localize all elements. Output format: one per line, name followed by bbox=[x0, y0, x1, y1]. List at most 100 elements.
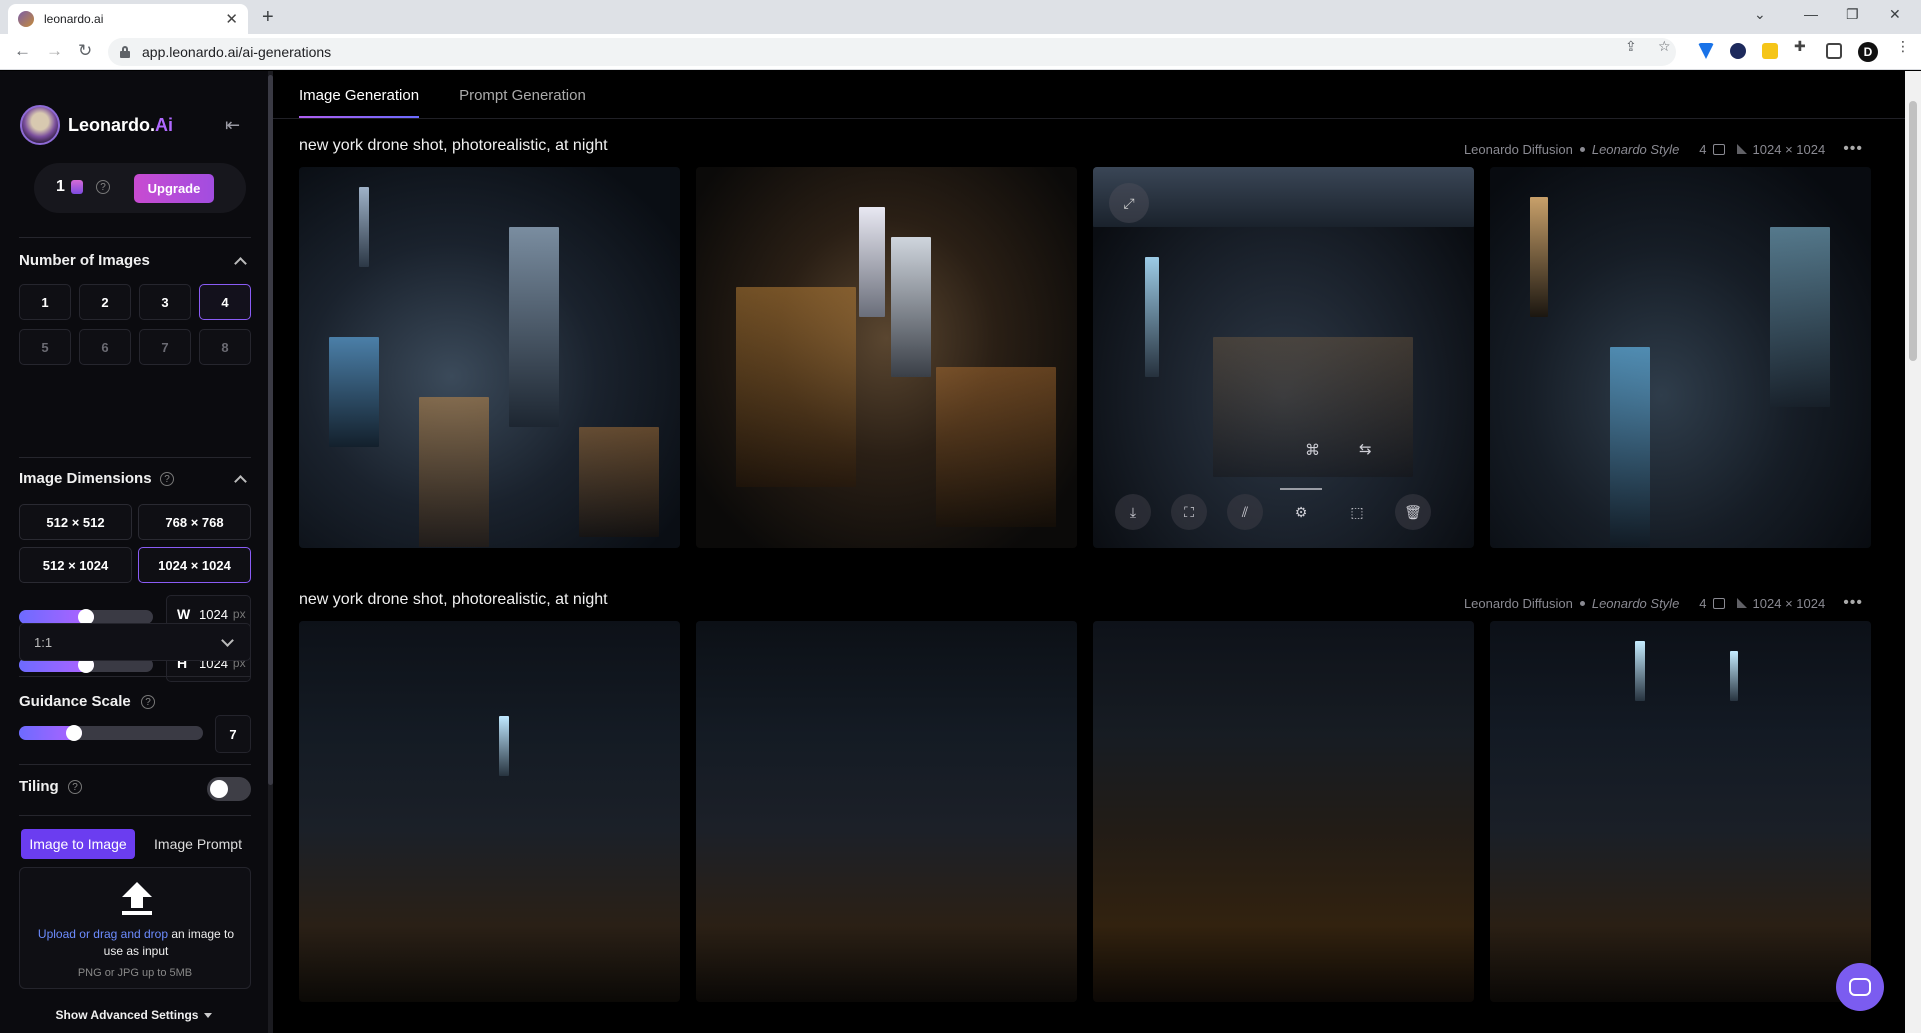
tab-prompt-generation[interactable]: Prompt Generation bbox=[459, 87, 586, 118]
guidance-scale-title: Guidance Scale bbox=[19, 693, 131, 710]
aspect-ratio-select[interactable]: 1:1 bbox=[19, 623, 251, 661]
number-of-images-option-8[interactable]: 8 bbox=[199, 329, 251, 365]
upgrade-button[interactable]: Upgrade bbox=[134, 174, 214, 203]
generated-image[interactable] bbox=[1093, 621, 1474, 1002]
show-advanced-settings-button[interactable]: Show Advanced Settings bbox=[0, 1008, 268, 1022]
dimension-1024x1024-button[interactable]: 1024 × 1024 bbox=[138, 547, 251, 583]
extension-3-icon[interactable] bbox=[1762, 43, 1778, 59]
help-icon[interactable]: ? bbox=[141, 695, 155, 709]
reload-icon[interactable]: ↻ bbox=[78, 41, 92, 61]
tab-image-to-image[interactable]: Image to Image bbox=[21, 829, 135, 859]
crop-icon[interactable]: ⬚ bbox=[1339, 494, 1375, 530]
generated-image[interactable] bbox=[696, 167, 1077, 548]
forward-icon[interactable]: → bbox=[46, 41, 63, 61]
close-tab-icon[interactable]: ✕ bbox=[225, 10, 238, 28]
number-of-images-option-6[interactable]: 6 bbox=[79, 329, 131, 365]
dimension-768x768-button[interactable]: 768 × 768 bbox=[138, 504, 251, 540]
menu-icon[interactable]: ⋮ bbox=[1896, 38, 1910, 55]
number-of-images-option-5[interactable]: 5 bbox=[19, 329, 71, 365]
width-slider[interactable] bbox=[19, 609, 153, 625]
collapse-section-icon[interactable] bbox=[234, 475, 247, 488]
more-options-icon[interactable]: ••• bbox=[1843, 594, 1863, 612]
back-icon[interactable]: ← bbox=[14, 41, 31, 61]
brand-name: Leonardo. bbox=[68, 114, 156, 135]
toggle-knob bbox=[210, 780, 228, 798]
fullscreen-icon[interactable]: ⛶ bbox=[1171, 494, 1207, 530]
guidance-value-field[interactable]: 7 bbox=[215, 715, 251, 753]
generated-image-hovered[interactable]: ⤢ ⌘ ⇆ ⤓ ⛶ ⫽ ⚙ ⬚ 🗑 bbox=[1093, 167, 1474, 548]
image-count: 4 bbox=[1699, 595, 1707, 611]
collapse-section-icon[interactable] bbox=[234, 257, 247, 270]
number-of-images-option-1[interactable]: 1 bbox=[19, 284, 71, 320]
extension-2-icon[interactable] bbox=[1730, 43, 1746, 59]
minimize-button[interactable]: — bbox=[1804, 6, 1818, 22]
leonardo-logo-icon bbox=[20, 105, 60, 145]
brand-logo[interactable]: Leonardo.Ai bbox=[20, 105, 173, 145]
image-upload-dropzone[interactable]: Upload or drag and drop an image to use … bbox=[19, 867, 251, 989]
variation-icon[interactable]: ⌘ bbox=[1305, 441, 1320, 459]
tab-image-generation[interactable]: Image Generation bbox=[299, 87, 420, 118]
expand-icon[interactable]: ⤢ bbox=[1109, 183, 1149, 223]
brand-suffix: Ai bbox=[155, 114, 174, 135]
separator-dot bbox=[1579, 600, 1585, 606]
generated-image[interactable] bbox=[1490, 621, 1871, 1002]
dimension-512x1024-button[interactable]: 512 × 1024 bbox=[19, 547, 132, 583]
number-of-images-option-2[interactable]: 2 bbox=[79, 284, 131, 320]
scrollbar-thumb[interactable] bbox=[1909, 101, 1917, 361]
image-size: 1024 × 1024 bbox=[1752, 595, 1826, 611]
image-count: 4 bbox=[1699, 141, 1707, 157]
ruler-icon bbox=[1736, 598, 1747, 608]
width-value[interactable]: 1024 bbox=[199, 607, 228, 622]
help-icon[interactable]: ? bbox=[160, 472, 174, 486]
browser-tab[interactable]: leonardo.ai ✕ bbox=[8, 4, 248, 34]
main-scrollbar[interactable] bbox=[1905, 71, 1921, 1033]
lock-icon[interactable] bbox=[120, 46, 130, 58]
model-name: Leonardo Diffusion bbox=[1463, 141, 1573, 157]
help-icon[interactable]: ? bbox=[96, 180, 110, 194]
generation-prompt[interactable]: new york drone shot, photorealistic, at … bbox=[299, 591, 608, 609]
tab-search-icon[interactable]: ⌄ bbox=[1754, 6, 1766, 23]
dimension-512x512-button[interactable]: 512 × 512 bbox=[19, 504, 132, 540]
generated-image[interactable] bbox=[1490, 167, 1871, 548]
restore-button[interactable]: ❐ bbox=[1846, 6, 1859, 23]
generated-image[interactable] bbox=[299, 621, 680, 1002]
number-of-images-option-7[interactable]: 7 bbox=[139, 329, 191, 365]
star-icon[interactable]: ☆ bbox=[1658, 38, 1671, 55]
guidance-scale-slider[interactable] bbox=[19, 725, 203, 741]
close-window-button[interactable]: ✕ bbox=[1889, 6, 1901, 23]
number-of-images-option-3[interactable]: 3 bbox=[139, 284, 191, 320]
chat-support-button[interactable] bbox=[1836, 963, 1884, 1011]
extension-1-icon[interactable] bbox=[1698, 43, 1714, 59]
generation-tabs: Image Generation Prompt Generation bbox=[299, 87, 626, 118]
help-icon[interactable]: ? bbox=[68, 780, 82, 794]
generations-panel: Image Generation Prompt Generation new y… bbox=[273, 71, 1921, 1033]
delete-icon[interactable]: 🗑 bbox=[1395, 494, 1431, 530]
new-tab-button[interactable]: + bbox=[262, 6, 274, 29]
tiling-title: Tiling bbox=[19, 778, 59, 795]
divider bbox=[19, 764, 251, 765]
generated-image[interactable] bbox=[299, 167, 680, 548]
more-options-icon[interactable]: ••• bbox=[1843, 140, 1863, 158]
upload-link[interactable]: Upload or drag and drop bbox=[38, 927, 168, 941]
profile-avatar[interactable]: D bbox=[1858, 42, 1878, 62]
address-bar[interactable]: app.leonardo.ai/ai-generations bbox=[108, 38, 1676, 66]
collapse-sidebar-icon[interactable]: ⇤ bbox=[225, 115, 240, 136]
download-icon[interactable]: ⤓ bbox=[1115, 494, 1151, 530]
swap-icon[interactable]: ⇆ bbox=[1359, 440, 1372, 458]
extensions-icon[interactable]: ✚ bbox=[1794, 38, 1806, 55]
image-size: 1024 × 1024 bbox=[1752, 141, 1826, 157]
number-of-images-option-4[interactable]: 4 bbox=[199, 284, 251, 320]
upscale-icon[interactable]: ⚙ bbox=[1283, 494, 1319, 530]
share-icon[interactable]: ⇪ bbox=[1625, 38, 1637, 55]
tab-image-prompt[interactable]: Image Prompt bbox=[146, 829, 250, 859]
remove-background-icon[interactable]: ⫽ bbox=[1227, 494, 1263, 530]
guidance-value[interactable]: 7 bbox=[229, 727, 236, 742]
guidance-slider-handle[interactable] bbox=[66, 725, 82, 741]
browser-toolbar: ← → ↻ app.leonardo.ai/ai-generations ⇪ ☆… bbox=[0, 34, 1921, 70]
side-panel-icon[interactable] bbox=[1826, 43, 1842, 59]
chevron-down-icon bbox=[221, 634, 234, 647]
generation-prompt[interactable]: new york drone shot, photorealistic, at … bbox=[299, 137, 608, 155]
tiling-toggle[interactable] bbox=[207, 777, 251, 801]
chat-icon bbox=[1849, 978, 1871, 996]
generated-image[interactable] bbox=[696, 621, 1077, 1002]
